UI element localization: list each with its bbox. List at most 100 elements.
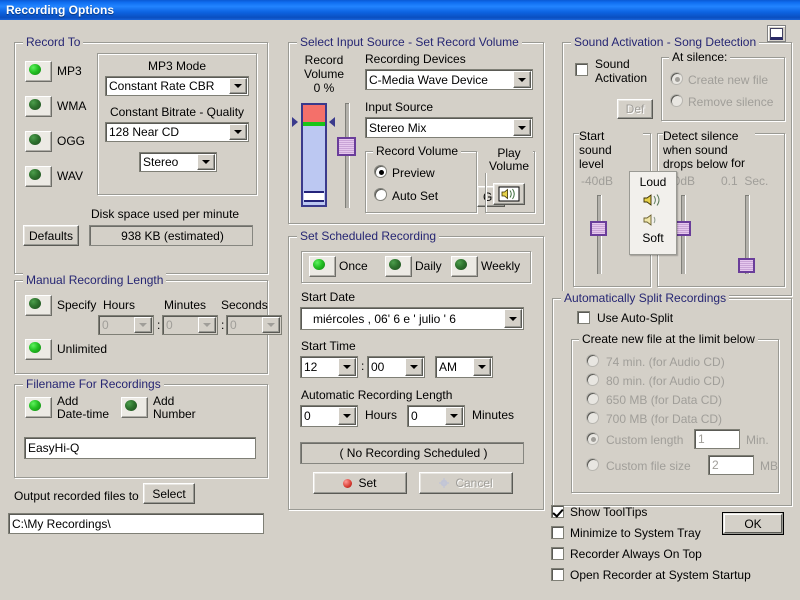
radio-custom-size[interactable] bbox=[586, 458, 599, 471]
channels-combo[interactable]: Stereo bbox=[139, 152, 217, 172]
auto-minutes-combo[interactable]: 0 bbox=[407, 405, 465, 427]
chevron-down-icon[interactable] bbox=[198, 317, 216, 333]
minutes-label: Minutes bbox=[164, 298, 207, 312]
radio-80min[interactable] bbox=[586, 373, 599, 386]
recording-devices-combo[interactable]: C-Media Wave Device bbox=[365, 69, 533, 90]
radio-74min[interactable] bbox=[586, 354, 599, 367]
filename-input[interactable]: EasyHi-Q bbox=[24, 437, 256, 459]
schedule-mode-daily-toggle[interactable] bbox=[385, 256, 412, 277]
radio-custom-length[interactable] bbox=[586, 432, 599, 445]
defaults-button[interactable]: Defaults bbox=[23, 225, 79, 246]
unlimited-toggle[interactable] bbox=[25, 339, 52, 360]
show-tooltips-checkbox[interactable] bbox=[551, 505, 564, 518]
add-datetime-toggle[interactable] bbox=[25, 397, 52, 418]
meter-marker-right bbox=[329, 117, 335, 127]
radio-create-new-file[interactable] bbox=[670, 72, 683, 85]
radio-650mb-label: 650 MB (for Data CD) bbox=[606, 393, 723, 407]
def-button[interactable]: Def bbox=[617, 99, 653, 119]
input-source-combo[interactable]: Stereo Mix bbox=[365, 117, 533, 138]
schedule-mode-once-toggle[interactable] bbox=[309, 256, 336, 277]
mp3-mode-combo[interactable]: Constant Rate CBR bbox=[105, 76, 249, 96]
chevron-down-icon[interactable] bbox=[338, 358, 356, 376]
radio-auto-set[interactable] bbox=[374, 188, 387, 201]
chevron-down-icon[interactable] bbox=[229, 78, 247, 94]
minimize-tray-label: Minimize to System Tray bbox=[570, 526, 701, 540]
chevron-down-icon[interactable] bbox=[473, 358, 491, 376]
custom-size-input[interactable]: 2 bbox=[708, 455, 754, 475]
format-toggle-mp3[interactable] bbox=[25, 61, 52, 82]
chevron-down-icon[interactable] bbox=[504, 309, 522, 328]
output-path-input[interactable]: C:\My Recordings\ bbox=[8, 513, 264, 534]
format-toggle-ogg[interactable] bbox=[25, 131, 52, 152]
group-auto-split-label: Automatically Split Recordings bbox=[561, 291, 730, 305]
open-at-startup-checkbox[interactable] bbox=[551, 568, 564, 581]
auto-hours-combo[interactable]: 0 bbox=[300, 405, 358, 427]
disk-space-value: 938 KB (estimated) bbox=[89, 225, 253, 246]
radio-preview[interactable] bbox=[374, 165, 387, 178]
radio-custom-size-label: Custom file size bbox=[606, 459, 691, 473]
chevron-down-icon[interactable] bbox=[262, 317, 280, 333]
record-level-meter bbox=[301, 103, 327, 207]
group-manual-length: Manual Recording Length Specify Hours Mi… bbox=[14, 273, 282, 374]
auto-minutes-unit: Minutes bbox=[472, 408, 515, 422]
sound-activation-checkbox[interactable] bbox=[575, 63, 588, 76]
chevron-down-icon[interactable] bbox=[513, 119, 531, 136]
radio-74min-label: 74 min. (for Audio CD) bbox=[606, 355, 725, 369]
group-filename: Filename For Recordings Add Date-time Ad… bbox=[14, 377, 268, 478]
format-label-wma: WMA bbox=[57, 99, 87, 113]
chevron-down-icon[interactable] bbox=[405, 358, 423, 376]
bitrate-combo[interactable]: 128 Near CD bbox=[105, 122, 249, 142]
format-label-mp3: MP3 bbox=[57, 64, 82, 78]
play-volume-label: Play Volume bbox=[485, 147, 533, 173]
format-toggle-wma[interactable] bbox=[25, 96, 52, 117]
mp3-mode-label: MP3 Mode bbox=[147, 59, 207, 73]
disk-space-label: Disk space used per minute bbox=[91, 207, 240, 221]
start-hour-combo[interactable]: 12 bbox=[300, 356, 358, 378]
set-schedule-button[interactable]: Set bbox=[313, 472, 407, 494]
input-source-value: Stereo Mix bbox=[369, 120, 427, 135]
specify-length-toggle[interactable] bbox=[25, 295, 52, 316]
radio-650mb[interactable] bbox=[586, 392, 599, 405]
def-button-label: Def bbox=[625, 102, 645, 116]
start-level-value: -40dB bbox=[581, 174, 614, 188]
detect-duration-slider-thumb[interactable] bbox=[738, 258, 755, 273]
speaker-icon bbox=[498, 186, 520, 202]
schedule-mode-weekly-toggle[interactable] bbox=[451, 256, 478, 277]
hours-combo[interactable]: 0 bbox=[98, 315, 154, 335]
custom-length-input[interactable]: 1 bbox=[694, 429, 740, 449]
format-toggle-wav[interactable] bbox=[25, 166, 52, 187]
minimize-tray-checkbox[interactable] bbox=[551, 526, 564, 539]
loud-soft-legend-panel: Loud Soft bbox=[629, 171, 677, 255]
always-on-top-checkbox[interactable] bbox=[551, 547, 564, 560]
auto-length-label: Automatic Recording Length bbox=[301, 388, 453, 402]
start-date-picker[interactable]: miércoles , 06' 6 e ' julio ' 6 bbox=[300, 307, 524, 330]
schedule-status: ( No Recording Scheduled ) bbox=[300, 442, 524, 464]
add-number-toggle[interactable] bbox=[121, 397, 148, 418]
screen-icon[interactable] bbox=[767, 25, 786, 42]
seconds-combo[interactable]: 0 bbox=[226, 315, 282, 335]
start-level-slider-thumb[interactable] bbox=[590, 221, 607, 236]
chevron-down-icon[interactable] bbox=[229, 124, 247, 140]
add-number-label: Add Number bbox=[153, 394, 196, 421]
chevron-down-icon[interactable] bbox=[197, 154, 215, 170]
start-minute-combo[interactable]: 00 bbox=[367, 356, 425, 378]
chevron-down-icon[interactable] bbox=[445, 407, 463, 425]
ok-button[interactable]: OK bbox=[722, 512, 784, 535]
group-sound-activation-label: Sound Activation - Song Detection bbox=[571, 35, 760, 49]
auto-split-limit-panel: Create new file at the limit below 74 mi… bbox=[571, 332, 779, 493]
chevron-down-icon[interactable] bbox=[134, 317, 152, 333]
minutes-combo[interactable]: 0 bbox=[162, 315, 218, 335]
schedule-mode-daily-label: Daily bbox=[415, 259, 442, 273]
defaults-button-label: Defaults bbox=[28, 228, 74, 243]
input-source-label: Input Source bbox=[365, 100, 434, 114]
record-volume-slider-thumb[interactable] bbox=[337, 137, 356, 156]
radio-remove-silence[interactable] bbox=[670, 94, 683, 107]
radio-700mb[interactable] bbox=[586, 411, 599, 424]
start-ampm-combo[interactable]: AM bbox=[435, 356, 493, 378]
use-auto-split-checkbox[interactable] bbox=[577, 311, 590, 324]
select-folder-button[interactable]: Select bbox=[143, 483, 195, 504]
colon-1: : bbox=[157, 318, 161, 332]
play-volume-button[interactable] bbox=[493, 183, 525, 205]
chevron-down-icon[interactable] bbox=[338, 407, 356, 425]
chevron-down-icon[interactable] bbox=[513, 71, 531, 88]
